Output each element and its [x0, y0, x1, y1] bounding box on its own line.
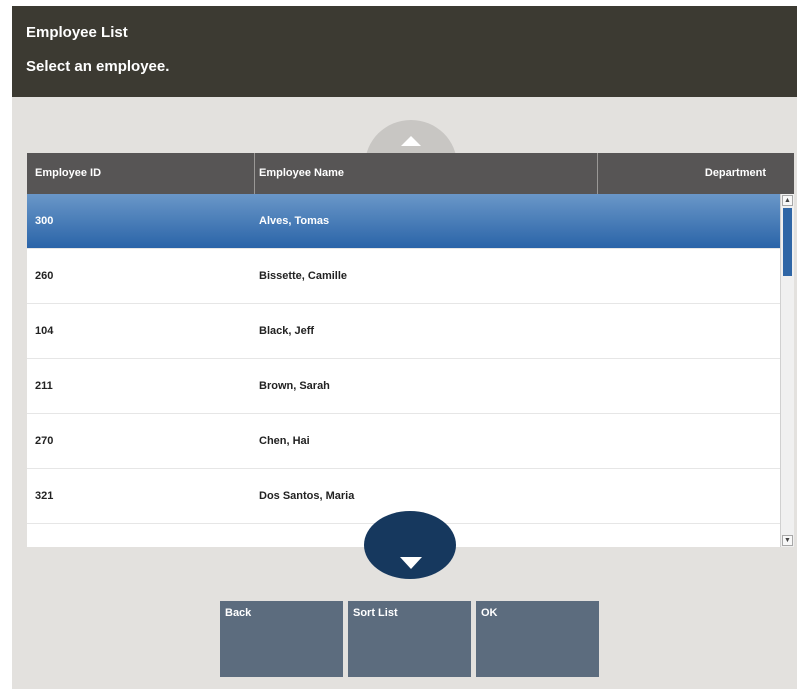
employee-name-cell: Dos Santos, Maria [259, 490, 355, 502]
employee-name-cell: Alves, Tomas [259, 215, 330, 227]
triangle-down-icon [400, 557, 422, 569]
employee-list-screen: Employee List Select an employee. Employ… [12, 6, 797, 689]
table-row[interactable]: 211 Brown, Sarah [27, 359, 780, 414]
employee-id-cell: 104 [35, 325, 54, 337]
employee-name-cell: Chen, Hai [259, 435, 310, 447]
employee-id-cell: 270 [35, 435, 54, 447]
sort-list-button[interactable]: Sort List [348, 601, 471, 677]
triangle-up-icon [401, 136, 421, 146]
employee-name-cell: Black, Jeff [259, 325, 315, 337]
employee-id-cell: 321 [35, 490, 54, 502]
page-prompt: Select an employee. [26, 58, 170, 75]
employee-id-cell: 211 [35, 380, 53, 392]
employee-id-cell: 300 [35, 215, 54, 227]
header-bar: Employee List Select an employee. [12, 6, 797, 97]
table-header: Employee ID Employee Name Department [27, 153, 794, 194]
column-header-employee-id[interactable]: Employee ID [27, 153, 255, 194]
vertical-scrollbar[interactable]: ▲ ▼ [780, 194, 794, 547]
page-title: Employee List [26, 24, 128, 41]
scrollbar-up-arrow-icon[interactable]: ▲ [782, 195, 793, 206]
ok-button[interactable]: OK [476, 601, 599, 677]
table-row-selected[interactable]: 300 Alves, Tomas [27, 194, 780, 249]
scrollbar-thumb[interactable] [783, 208, 792, 276]
employee-name-cell: Bissette, Camille [259, 270, 348, 282]
table-row[interactable]: 104 Black, Jeff [27, 304, 780, 359]
employee-name-cell: Brown, Sarah [259, 380, 330, 392]
scroll-down-button[interactable] [364, 511, 456, 579]
scrollbar-down-arrow-icon[interactable]: ▼ [782, 535, 793, 546]
back-button[interactable]: Back [220, 601, 343, 677]
employee-table: 300 Alves, Tomas 260 Bissette, Camille 1… [27, 194, 794, 547]
table-row[interactable]: 260 Bissette, Camille [27, 249, 780, 304]
table-row[interactable]: 270 Chen, Hai [27, 414, 780, 469]
column-header-employee-name[interactable]: Employee Name [255, 153, 598, 194]
employee-id-cell: 260 [35, 270, 54, 282]
column-header-department[interactable]: Department [598, 153, 794, 194]
